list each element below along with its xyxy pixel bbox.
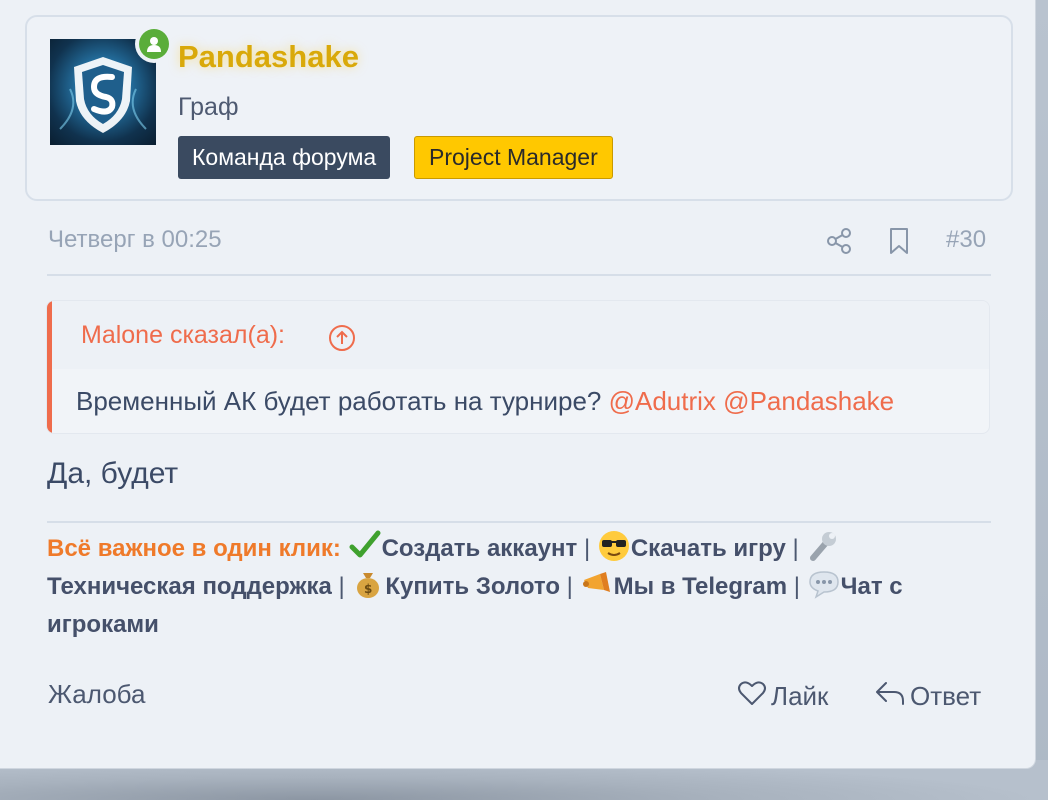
signature-link-create-account[interactable]: Создать аккаунт bbox=[382, 535, 578, 562]
reply-label: Ответ bbox=[910, 681, 982, 711]
quote-body: Временный АК будет работать на турнире? bbox=[76, 386, 602, 416]
wrench-emoji bbox=[805, 530, 839, 561]
signature-divider bbox=[47, 521, 991, 523]
post-message: Да, будет bbox=[47, 457, 179, 490]
user-title: Граф bbox=[178, 93, 239, 121]
signature-link-tech-support[interactable]: Техническая поддержка bbox=[47, 573, 332, 600]
post-number-link[interactable]: #30 bbox=[946, 226, 986, 254]
forum-post: Pandashake Граф Команда форума Project M… bbox=[0, 0, 1036, 769]
user-online-icon bbox=[139, 29, 169, 59]
mention-adutrix[interactable]: @Adutrix bbox=[609, 386, 716, 416]
quote-author[interactable]: Malone сказал(а): bbox=[81, 321, 285, 350]
separator: | bbox=[793, 573, 800, 600]
check-mark-emoji bbox=[348, 530, 382, 560]
quote-header: Malone сказал(а): bbox=[52, 301, 989, 369]
signature-link-buy-gold[interactable]: Купить Золото bbox=[385, 573, 560, 600]
arrow-up-circle-icon[interactable] bbox=[327, 323, 357, 358]
svg-text:$: $ bbox=[364, 582, 372, 596]
signature-link-download-game[interactable]: Скачать игру bbox=[631, 535, 786, 562]
like-label: Лайк bbox=[771, 681, 829, 711]
separator: | bbox=[583, 535, 591, 562]
quote-block: Malone сказал(а): Временный АК будет раб… bbox=[46, 300, 990, 434]
online-status bbox=[135, 25, 173, 63]
reply-arrow-icon bbox=[874, 679, 906, 714]
separator: | bbox=[792, 535, 799, 562]
divider bbox=[47, 274, 991, 276]
signature-link-telegram[interactable]: Мы в Telegram bbox=[614, 573, 788, 600]
signature: Всё важное в один клик: Создать аккаунт … bbox=[47, 530, 991, 644]
badge-forum-team: Команда форума bbox=[178, 136, 391, 179]
reply-button[interactable]: Ответ bbox=[874, 679, 981, 714]
sunglasses-emoji bbox=[597, 530, 631, 561]
speech-bubble-emoji bbox=[807, 568, 841, 599]
bookmark-icon[interactable] bbox=[887, 227, 911, 260]
signature-lead: Всё важное в один клик: bbox=[47, 535, 341, 562]
report-link[interactable]: Жалоба bbox=[48, 679, 145, 710]
separator: | bbox=[566, 573, 573, 600]
user-card: Pandashake Граф Команда форума Project M… bbox=[25, 15, 1013, 201]
mention-pandashake[interactable]: @Pandashake bbox=[723, 386, 894, 416]
heart-icon bbox=[737, 679, 767, 714]
money-bag-emoji: $ bbox=[351, 568, 385, 598]
quote-text: Временный АК будет работать на турнире? … bbox=[76, 386, 894, 417]
separator: | bbox=[338, 573, 345, 600]
username-link[interactable]: Pandashake bbox=[178, 39, 359, 75]
share-icon[interactable] bbox=[825, 227, 853, 260]
megaphone-emoji bbox=[580, 568, 614, 598]
like-button[interactable]: Лайк bbox=[737, 679, 828, 714]
badge-project-manager: Project Manager bbox=[414, 136, 613, 179]
post-date[interactable]: Четверг в 00:25 bbox=[48, 226, 222, 254]
